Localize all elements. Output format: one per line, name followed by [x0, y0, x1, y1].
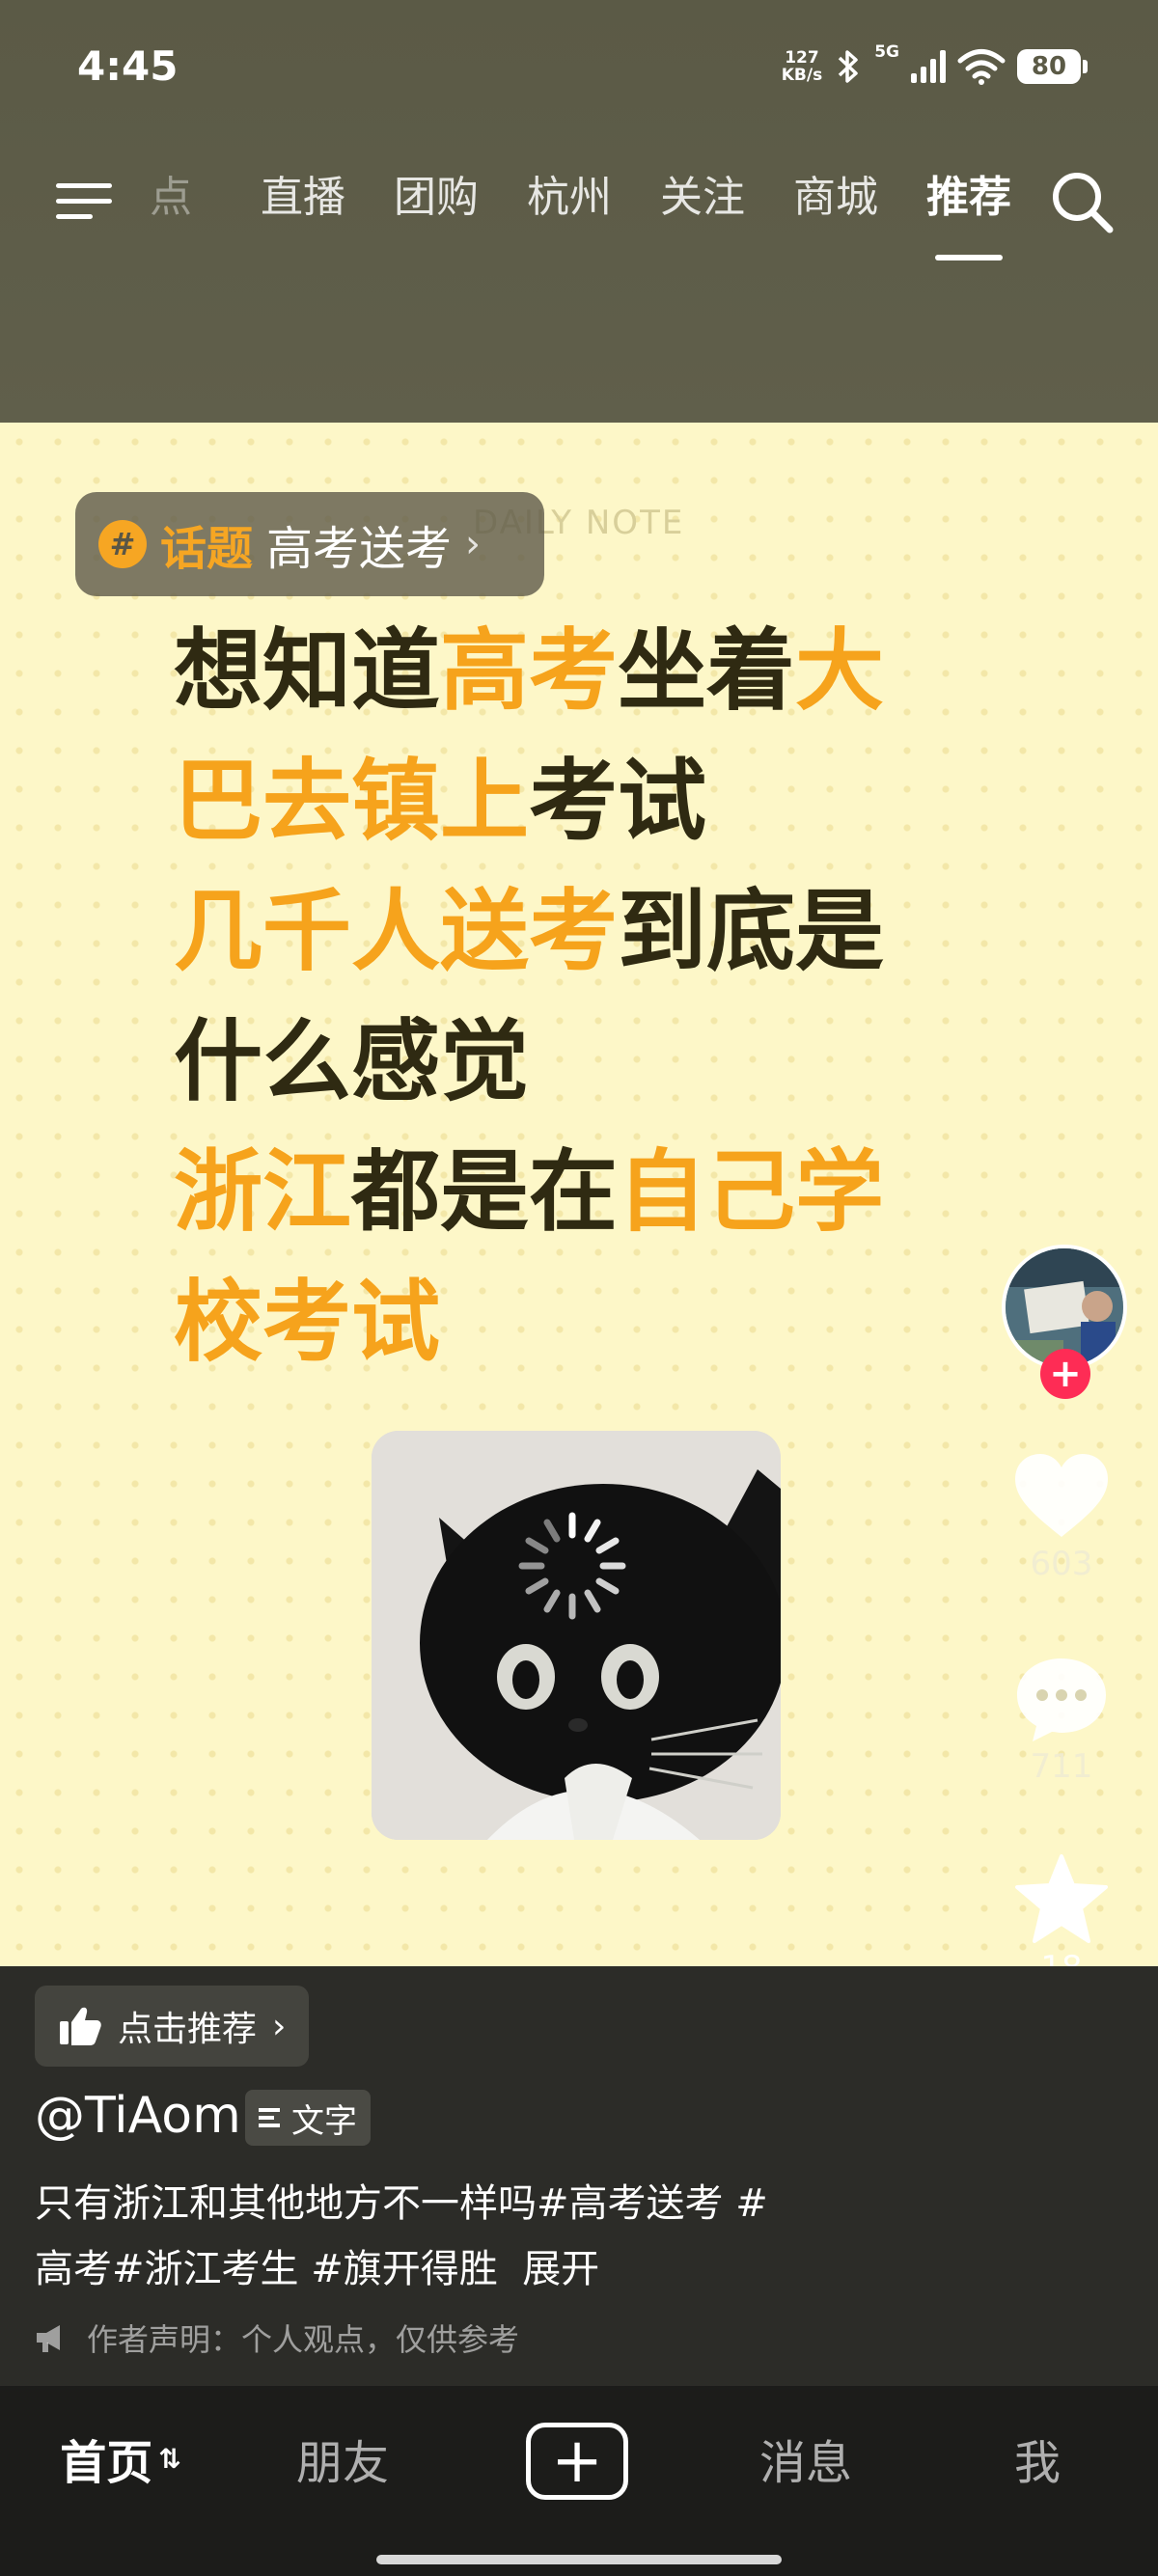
bluetooth-icon — [839, 50, 858, 83]
headline-line: 想知道高考坐着大 — [174, 606, 946, 736]
heart-icon — [1015, 1454, 1108, 1537]
headline-seg: 到底是 — [618, 880, 885, 983]
cat-image — [372, 1431, 781, 1840]
headline-seg: 考试 — [529, 750, 707, 853]
tab-recommended[interactable]: 推荐 — [902, 154, 1035, 260]
tab-messages[interactable]: 消息 — [729, 2386, 883, 2531]
create-button[interactable]: + — [526, 2423, 628, 2500]
tab-me[interactable]: 我 — [975, 2386, 1100, 2531]
star-icon — [1015, 1854, 1108, 1943]
nav-tabs: 点 直播 团购 杭州 关注 商城 推荐 — [150, 154, 1035, 260]
chevron-right-icon: › — [272, 2006, 287, 2046]
headline-line: 几千人送考到底是 — [174, 866, 946, 997]
topic-pill[interactable]: # 话题 高考送考 › — [75, 492, 544, 596]
top-header: 4:45 127 KB/s 5G 80 点 直播 团购 杭州 关注 商城 推荐 — [0, 0, 1158, 423]
signal-icon — [911, 50, 946, 83]
headline-seg: 浙江 — [174, 1140, 352, 1244]
network-speed: 127 KB/s — [782, 49, 822, 84]
headline-seg: 自己学 — [618, 1140, 885, 1244]
headline-seg: 坐着 — [618, 619, 796, 723]
text-type-label: 文字 — [291, 2101, 357, 2141]
search-icon[interactable] — [1046, 166, 1119, 239]
topic-name: 高考送考 — [266, 522, 453, 576]
headline-line: 什么感觉 — [174, 997, 946, 1127]
caption-tags-line2[interactable]: 高考#浙江考生 #旗开得胜 — [35, 2247, 498, 2291]
headline-seg: 校考试 — [174, 1271, 441, 1374]
comment-icon — [1017, 1658, 1106, 1741]
topic-label: 话题 — [160, 522, 254, 576]
swap-arrows-icon: ⇅ — [158, 2442, 181, 2475]
author-disclaimer: 作者声明：个人观点，仅供参考 — [35, 2316, 519, 2360]
text-type-tag: 文字 — [245, 2090, 371, 2146]
tab-hangzhou[interactable]: 杭州 — [503, 154, 636, 260]
text-lines-icon — [259, 2108, 280, 2127]
headline-line: 浙江都是在自己学 — [174, 1127, 946, 1257]
video-headline: 想知道高考坐着大 巴去镇上考试 几千人送考到底是 什么感觉 浙江都是在自己学 校… — [174, 606, 946, 1387]
bottom-tab-bar: 首页 ⇅ 朋友 + 消息 我 — [0, 2386, 1158, 2576]
headline-seg: 巴去镇上 — [174, 750, 530, 853]
wifi-icon — [957, 49, 1006, 85]
caption-tags-line1[interactable]: #高考送考 # — [537, 2181, 768, 2226]
battery-icon: 80 — [1017, 49, 1088, 84]
like-count: 603 — [1030, 1545, 1093, 1583]
network-type: 5G — [874, 42, 899, 62]
video-caption: 只有浙江和其他地方不一样吗#高考送考 # 高考#浙江考生 #旗开得胜 展开 — [35, 2171, 884, 2302]
headline-line: 校考试 — [174, 1257, 946, 1387]
tab-home-label: 首页 — [60, 2436, 153, 2490]
plus-icon: + — [551, 2425, 603, 2497]
status-bar: 4:45 127 KB/s 5G 80 — [0, 0, 1158, 135]
headline-seg: 几千人送考 — [174, 880, 619, 983]
author-name[interactable]: @TiAom — [35, 2087, 241, 2145]
headline-seg: 什么感觉 — [174, 1010, 530, 1113]
home-indicator — [376, 2555, 782, 2564]
status-time: 4:45 — [77, 42, 179, 90]
like-button[interactable]: 603 — [965, 1452, 1158, 1583]
hashtag-icon: # — [98, 520, 147, 568]
thumbs-up-icon — [60, 2007, 101, 2045]
headline-seg: 都是在 — [351, 1140, 619, 1244]
tab-partial[interactable]: 点 — [150, 154, 236, 260]
tab-live[interactable]: 直播 — [236, 154, 370, 260]
tab-home[interactable]: 首页 ⇅ — [39, 2386, 203, 2531]
cat-loading-illustration — [372, 1431, 781, 1840]
headline-line: 巴去镇上考试 — [174, 736, 946, 866]
status-icons: 127 KB/s 5G 80 — [782, 42, 1088, 91]
tab-following[interactable]: 关注 — [636, 154, 769, 260]
headline-seg: 想知道 — [174, 619, 441, 723]
net-speed-unit: KB/s — [781, 66, 823, 85]
net-speed-value: 127 — [785, 48, 819, 68]
megaphone-icon — [37, 2325, 60, 2352]
top-nav: 点 直播 团购 杭州 关注 商城 推荐 — [0, 154, 1158, 260]
headline-seg: 高考 — [440, 619, 619, 723]
comment-button[interactable]: 711 — [965, 1655, 1158, 1786]
recommend-button[interactable]: 点击推荐 › — [35, 1986, 310, 2067]
disclaimer-text: 作者声明：个人观点，仅供参考 — [87, 2321, 520, 2358]
video-info-panel: 点击推荐 › @TiAom 文字 只有浙江和其他地方不一样吗#高考送考 # 高考… — [0, 1966, 1158, 2386]
comment-count: 711 — [1030, 1747, 1093, 1786]
expand-button[interactable]: 展开 — [522, 2247, 599, 2291]
recommend-label: 点击推荐 — [118, 2010, 258, 2049]
headline-seg: 大 — [795, 619, 885, 723]
tab-mall[interactable]: 商城 — [769, 154, 902, 260]
menu-icon[interactable] — [56, 176, 116, 222]
chevron-right-icon: › — [465, 522, 482, 566]
follow-button[interactable]: + — [1040, 1349, 1090, 1399]
tab-friends[interactable]: 朋友 — [265, 2386, 420, 2531]
tab-group-buy[interactable]: 团购 — [370, 154, 503, 260]
caption-text: 只有浙江和其他地方不一样吗 — [35, 2181, 537, 2226]
